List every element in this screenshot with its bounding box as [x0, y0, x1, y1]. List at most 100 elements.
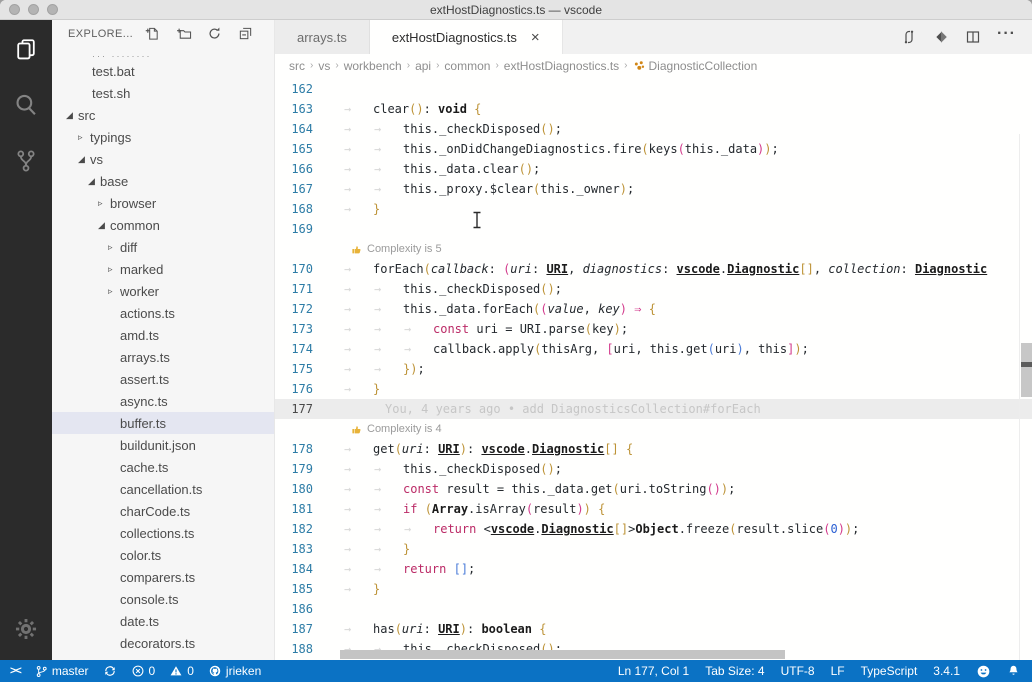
- code-line-176[interactable]: 176→}: [275, 379, 1032, 399]
- tree-item-comparers.ts[interactable]: comparers.ts: [52, 566, 274, 588]
- breadcrumb-item[interactable]: workbench: [344, 59, 402, 73]
- tree-item-charCode.ts[interactable]: charCode.ts: [52, 500, 274, 522]
- tree-item-buffer.ts[interactable]: buffer.ts: [52, 412, 274, 434]
- tree-item-[interactable]: ··· ········: [52, 48, 274, 60]
- status-sync[interactable]: [103, 664, 117, 678]
- code-line-171[interactable]: 171→→this._checkDisposed();: [275, 279, 1032, 299]
- status-github[interactable]: jrieken: [208, 664, 261, 678]
- tree-item-collections.ts[interactable]: collections.ts: [52, 522, 274, 544]
- code-line-172[interactable]: 172→→this._data.forEach((value, key) ⇒ {: [275, 299, 1032, 319]
- tree-item-arrays.ts[interactable]: arrays.ts: [52, 346, 274, 368]
- tree-item-cache.ts[interactable]: cache.ts: [52, 456, 274, 478]
- code-lens-label: Complexity is 5: [367, 239, 442, 259]
- code-line-163[interactable]: 163→clear(): void {: [275, 99, 1032, 119]
- breadcrumb-item[interactable]: common: [444, 59, 490, 73]
- collapse-all-icon[interactable]: [238, 26, 254, 42]
- sync-editor-icon[interactable]: [901, 29, 917, 45]
- tree-item-marked[interactable]: ▹marked: [52, 258, 274, 280]
- code-line-179[interactable]: 179→→this._checkDisposed();: [275, 459, 1032, 479]
- code-line-content: →→return [];: [343, 559, 1032, 579]
- tree-item-vs[interactable]: ◢vs: [52, 148, 274, 170]
- code-line-166[interactable]: 166→→this._data.clear();: [275, 159, 1032, 179]
- tree-item-console.ts[interactable]: console.ts: [52, 588, 274, 610]
- refresh-icon[interactable]: [207, 26, 223, 42]
- tree-item-label: comparers.ts: [120, 570, 195, 585]
- tree-item-amd.ts[interactable]: amd.ts: [52, 324, 274, 346]
- tab-extHostDiagnostics.ts[interactable]: extHostDiagnostics.ts ×: [370, 20, 563, 54]
- status-warning[interactable]: 0: [169, 664, 194, 678]
- code-line-184[interactable]: 184→→return [];: [275, 559, 1032, 579]
- code-line-170[interactable]: 170→forEach(callback: (uri: URI, diagnos…: [275, 259, 1032, 279]
- status-error[interactable]: 0: [131, 664, 156, 678]
- status-utf-8[interactable]: UTF-8: [781, 664, 815, 678]
- breadcrumb-item[interactable]: api: [415, 59, 431, 73]
- status-tab-size-4[interactable]: Tab Size: 4: [705, 664, 764, 678]
- status-bell[interactable]: [1007, 664, 1020, 678]
- status-ln-177-col-1[interactable]: Ln 177, Col 1: [618, 664, 689, 678]
- breadcrumb-item[interactable]: extHostDiagnostics.ts: [504, 59, 619, 73]
- code-lens[interactable]: Complexity is 5: [275, 239, 1032, 259]
- code-line-173[interactable]: 173→→→const uri = URI.parse(key);: [275, 319, 1032, 339]
- code-line-content: →→this._data.clear();: [343, 159, 1032, 179]
- code-line-185[interactable]: 185→}: [275, 579, 1032, 599]
- search-icon[interactable]: [9, 88, 43, 122]
- tree-item-assert.ts[interactable]: assert.ts: [52, 368, 274, 390]
- source-control-icon[interactable]: [9, 144, 43, 178]
- code-line-174[interactable]: 174→→→callback.apply(thisArg, [uri, this…: [275, 339, 1032, 359]
- tree-item-worker[interactable]: ▹worker: [52, 280, 274, 302]
- code-line-165[interactable]: 165→→this._onDidChangeDiagnostics.fire(k…: [275, 139, 1032, 159]
- status-typescript[interactable]: TypeScript: [861, 664, 918, 678]
- tree-item-test.sh[interactable]: test.sh: [52, 82, 274, 104]
- status-remote[interactable]: ><: [10, 665, 21, 677]
- status-lf[interactable]: LF: [831, 664, 845, 678]
- code-line-186[interactable]: 186: [275, 599, 1032, 619]
- tree-item-async.ts[interactable]: async.ts: [52, 390, 274, 412]
- breadcrumb-item[interactable]: vs: [318, 59, 330, 73]
- code-line-175[interactable]: 175→→});: [275, 359, 1032, 379]
- tree-item-test.bat[interactable]: test.bat: [52, 60, 274, 82]
- code-line-181[interactable]: 181→→if (Array.isArray(result)) {: [275, 499, 1032, 519]
- vertical-scrollbar[interactable]: [1021, 343, 1032, 397]
- tree-item-base[interactable]: ◢base: [52, 170, 274, 192]
- status-branch[interactable]: master: [35, 664, 89, 678]
- tree-item-diff[interactable]: ▹diff: [52, 236, 274, 258]
- tree-item-color.ts[interactable]: color.ts: [52, 544, 274, 566]
- code-line-177[interactable]: 177You, 4 years ago • add DiagnosticsCol…: [275, 399, 1032, 419]
- tree-item-browser[interactable]: ▹browser: [52, 192, 274, 214]
- code-line-169[interactable]: 169: [275, 219, 1032, 239]
- new-folder-icon[interactable]: [176, 26, 192, 42]
- tab-arrays.ts[interactable]: arrays.ts: [275, 20, 370, 54]
- close-tab-icon[interactable]: ×: [531, 30, 540, 45]
- status-smiley[interactable]: [976, 664, 991, 679]
- tree-item-typings[interactable]: ▹typings: [52, 126, 274, 148]
- tree-item-decorators.ts[interactable]: decorators.ts: [52, 632, 274, 654]
- code-line-182[interactable]: 182→→→return <vscode.Diagnostic[]>Object…: [275, 519, 1032, 539]
- explorer-icon[interactable]: [9, 32, 43, 66]
- code-lens[interactable]: Complexity is 4: [275, 419, 1032, 439]
- code-line-178[interactable]: 178→get(uri: URI): vscode.Diagnostic[] {: [275, 439, 1032, 459]
- new-file-icon[interactable]: [145, 26, 161, 42]
- split-editor-icon[interactable]: [965, 29, 981, 45]
- code-line-164[interactable]: 164→→this._checkDisposed();: [275, 119, 1032, 139]
- code-line-187[interactable]: 187→has(uri: URI): boolean {: [275, 619, 1032, 639]
- code-line-183[interactable]: 183→→}: [275, 539, 1032, 559]
- horizontal-scrollbar[interactable]: [340, 650, 785, 659]
- open-changes-diamond-icon[interactable]: [933, 29, 949, 45]
- tab-label: extHostDiagnostics.ts: [392, 30, 517, 45]
- tree-item-src[interactable]: ◢src: [52, 104, 274, 126]
- code-line-167[interactable]: 167→→this._proxy.$clear(this._owner);: [275, 179, 1032, 199]
- code-editor[interactable]: 162163→clear(): void {164→→this._checkDi…: [275, 77, 1032, 660]
- tree-item-date.ts[interactable]: date.ts: [52, 610, 274, 632]
- tree-item-actions.ts[interactable]: actions.ts: [52, 302, 274, 324]
- code-line-168[interactable]: 168→}: [275, 199, 1032, 219]
- breadcrumb-symbol[interactable]: DiagnosticCollection: [633, 59, 758, 73]
- tree-item-buildunit.json[interactable]: buildunit.json: [52, 434, 274, 456]
- status-3-4-1[interactable]: 3.4.1: [933, 664, 960, 678]
- tree-item-cancellation.ts[interactable]: cancellation.ts: [52, 478, 274, 500]
- code-line-180[interactable]: 180→→const result = this._data.get(uri.t…: [275, 479, 1032, 499]
- breadcrumb-item[interactable]: src: [289, 59, 305, 73]
- tree-item-common[interactable]: ◢common: [52, 214, 274, 236]
- code-line-162[interactable]: 162: [275, 79, 1032, 99]
- more-icon[interactable]: ···: [997, 25, 1016, 43]
- settings-gear-icon[interactable]: [9, 612, 43, 646]
